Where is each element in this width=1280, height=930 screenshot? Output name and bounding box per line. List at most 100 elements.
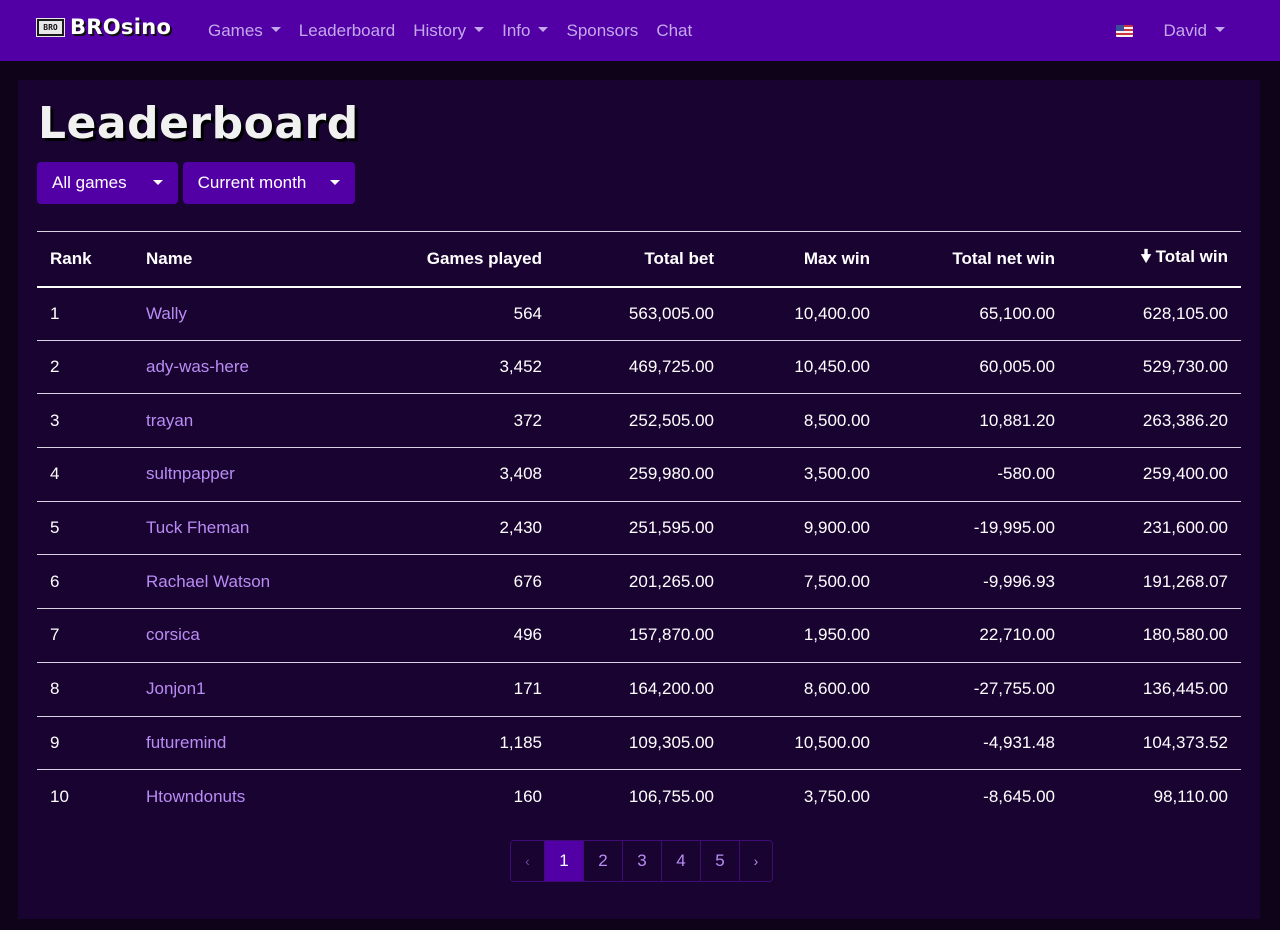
cell-max-win: 7,500.00 — [803, 571, 870, 591]
cell-games-played: 3,452 — [499, 357, 542, 377]
player-name-link[interactable]: ady-was-here — [146, 357, 249, 376]
col-header-total-net-win[interactable]: Total net win — [883, 232, 1068, 287]
cell-name: Htowndonuts — [133, 770, 323, 824]
col-header-total-win[interactable]: 🠟 Total win — [1068, 232, 1241, 287]
cell-name: futuremind — [133, 716, 323, 770]
cell-total-win: 529,730.00 — [1142, 357, 1228, 377]
user-menu-dropdown[interactable]: David — [1155, 21, 1234, 41]
nav-games-dropdown[interactable]: Games — [199, 21, 290, 41]
chevron-down-icon — [152, 179, 163, 185]
player-name-link[interactable]: futuremind — [146, 733, 226, 752]
chevron-down-icon — [270, 27, 281, 32]
nav-leaderboard-label: Leaderboard — [298, 20, 396, 40]
col-header-total-win-label: Total win — [1155, 247, 1228, 267]
cell-games-played: 372 — [513, 410, 542, 430]
cell-total-net-win: 65,100.00 — [979, 303, 1055, 323]
pagination-next[interactable]: › — [739, 841, 772, 881]
pagination-page-1[interactable]: 1 — [544, 841, 583, 881]
cell-total-net-win: -4,931.48 — [983, 732, 1055, 752]
cell-rank: 10 — [50, 786, 69, 806]
cell-max-win: 3,750.00 — [803, 786, 870, 806]
player-name-link[interactable]: Jonjon1 — [146, 679, 206, 698]
cell-total-win: 259,400.00 — [1142, 464, 1228, 484]
cell-total-bet: 201,265.00 — [628, 571, 714, 591]
cell-games-played: 1,185 — [499, 732, 542, 752]
pagination-page-2[interactable]: 2 — [583, 841, 622, 881]
cell-max-win: 10,500.00 — [794, 732, 870, 752]
cell-games-played: 3,408 — [499, 464, 542, 484]
brand-name: BROsino — [70, 15, 172, 39]
col-header-games-played[interactable]: Games played — [323, 232, 555, 287]
table-header-row: Rank Name Games played Total bet Max win… — [37, 231, 1241, 287]
nav-right: David — [1115, 0, 1234, 61]
pagination-page-3[interactable]: 3 — [622, 841, 661, 881]
nav-chat-link[interactable]: Chat — [647, 21, 701, 41]
col-header-total-bet[interactable]: Total bet — [555, 232, 727, 287]
col-header-max-win[interactable]: Max win — [727, 232, 883, 287]
cell-games-played: 2,430 — [499, 518, 542, 538]
player-name-link[interactable]: trayan — [146, 411, 193, 430]
nav-history-dropdown[interactable]: History — [404, 21, 493, 41]
cell-max-win: 10,400.00 — [794, 303, 870, 323]
player-name-link[interactable]: Wally — [146, 304, 187, 323]
table-row: 9 futuremind 1,185 109,305.00 10,500.00 -4,93… — [37, 716, 1241, 770]
table-row: 3 trayan 372 252,505.00 8,500.00 10,881.20 263… — [37, 394, 1241, 448]
page-title: Leaderboard — [38, 98, 359, 149]
cell-rank: 7 — [50, 625, 60, 645]
table-body: 1 Wally 564 563,005.00 10,400.00 65,100.00 628… — [37, 287, 1241, 824]
cell-total-win: 180,580.00 — [1142, 625, 1228, 645]
col-header-name[interactable]: Name — [133, 232, 323, 287]
cell-name: Rachael Watson — [133, 555, 323, 609]
cell-max-win: 8,500.00 — [803, 410, 870, 430]
cell-total-bet: 157,870.00 — [628, 625, 714, 645]
cell-rank: 5 — [50, 518, 60, 538]
cell-total-net-win: -19,995.00 — [973, 518, 1055, 538]
cell-rank: 9 — [50, 732, 60, 752]
pagination-page-4[interactable]: 4 — [661, 841, 700, 881]
table-row: 6 Rachael Watson 676 201,265.00 7,500.00 -9,9… — [37, 555, 1241, 609]
table-row: 10 Htowndonuts 160 106,755.00 3,750.00 -8,645… — [37, 770, 1241, 824]
game-filter-dropdown[interactable]: All games — [37, 162, 178, 204]
player-name-link[interactable]: corsica — [146, 625, 200, 644]
cell-rank: 2 — [50, 357, 60, 377]
table-row: 2 ady-was-here 3,452 469,725.00 10,450.00 60,… — [37, 340, 1241, 394]
us-flag-icon[interactable] — [1115, 24, 1133, 37]
brand-logo-link[interactable]: BRO BROsino — [36, 14, 172, 40]
pagination: ‹ 1 2 3 4 5 › — [510, 840, 773, 882]
cell-total-bet: 164,200.00 — [628, 679, 714, 699]
period-filter-label: Current month — [197, 173, 307, 192]
cell-max-win: 3,500.00 — [803, 464, 870, 484]
cell-games-played: 496 — [513, 625, 542, 645]
nav-info-dropdown[interactable]: Info — [493, 21, 557, 41]
nav-leaderboard-link[interactable]: Leaderboard — [290, 21, 404, 41]
nav-sponsors-link[interactable]: Sponsors — [557, 21, 647, 41]
cell-total-net-win: 10,881.20 — [979, 410, 1055, 430]
cell-total-net-win: -27,755.00 — [973, 679, 1055, 699]
period-filter-dropdown[interactable]: Current month — [182, 162, 356, 204]
cell-total-bet: 252,505.00 — [628, 410, 714, 430]
user-name: David — [1163, 20, 1207, 40]
chevron-down-icon — [538, 27, 549, 32]
bro-logo-icon: BRO — [36, 17, 65, 37]
cell-total-win: 231,600.00 — [1142, 518, 1228, 538]
pagination-page-5[interactable]: 5 — [700, 841, 739, 881]
cell-max-win: 8,600.00 — [803, 679, 870, 699]
cell-games-played: 676 — [513, 571, 542, 591]
cell-rank: 8 — [50, 679, 60, 699]
col-header-rank[interactable]: Rank — [37, 232, 133, 287]
cell-total-bet: 469,725.00 — [628, 357, 714, 377]
cell-max-win: 10,450.00 — [794, 357, 870, 377]
cell-name: Tuck Fheman — [133, 501, 323, 555]
pagination-prev[interactable]: ‹ — [511, 841, 544, 881]
player-name-link[interactable]: Rachael Watson — [146, 572, 270, 591]
table-row: 1 Wally 564 563,005.00 10,400.00 65,100.00 628… — [37, 287, 1241, 341]
player-name-link[interactable]: Tuck Fheman — [146, 518, 249, 537]
cell-games-played: 564 — [513, 303, 542, 323]
cell-total-bet: 251,595.00 — [628, 518, 714, 538]
player-name-link[interactable]: sultnpapper — [146, 464, 235, 483]
cell-rank: 6 — [50, 571, 60, 591]
player-name-link[interactable]: Htowndonuts — [146, 787, 245, 806]
cell-name: Wally — [133, 287, 323, 341]
cell-total-net-win: -8,645.00 — [983, 786, 1055, 806]
cell-games-played: 171 — [513, 679, 542, 699]
